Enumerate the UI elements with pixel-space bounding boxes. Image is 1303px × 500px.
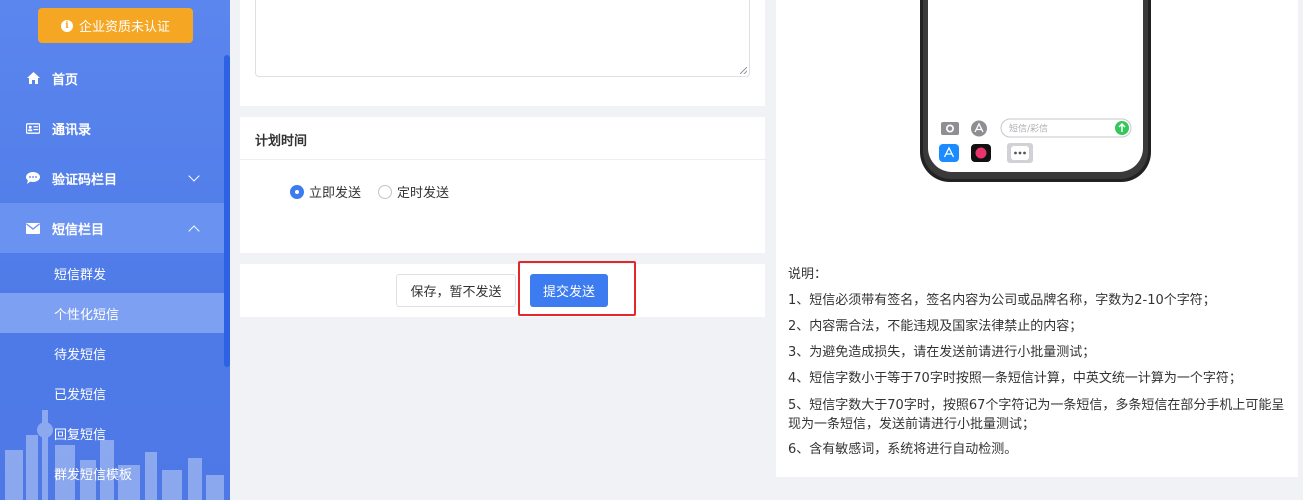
sub-item-bulk-sms[interactable]: 短信群发 (0, 253, 224, 293)
sub-item-sent-sms[interactable]: 已发短信 (0, 373, 224, 413)
radio-label: 立即发送 (309, 186, 362, 201)
info-icon: i (60, 19, 73, 32)
sub-item-reply-sms[interactable]: 回复短信 (0, 413, 224, 453)
chevron-down-icon (188, 170, 200, 182)
contacts-card-icon (26, 121, 40, 135)
nav-item-sms[interactable]: 短信栏目 (0, 203, 224, 253)
radio-send-scheduled[interactable]: 定时发送 (378, 182, 449, 201)
camera-icon (941, 122, 959, 135)
home-icon (26, 71, 40, 85)
instruction-item: 3、为避免造成损失，请在发送前请进行小批量测试； (788, 345, 1096, 360)
instructions-panel: 说明： 1、短信必须带有签名，签名内容为公司或品牌名称，字数为2-10个字符； … (788, 262, 1288, 463)
nav-item-contacts[interactable]: 通讯录 (0, 103, 224, 153)
resize-handle-icon[interactable] (740, 67, 747, 74)
sms-content-textarea[interactable] (255, 0, 750, 77)
nav-label: 首页 (52, 72, 79, 88)
instruction-item: 2、内容需合法，不能违规及国家法律禁止的内容； (788, 319, 1083, 334)
sidebar: i 企业资质未认证 首页 通讯录 验证码栏目 短信栏目 短信群发 个性化短信 待… (0, 0, 230, 500)
sub-item-pending-sms[interactable]: 待发短信 (0, 333, 224, 373)
nav-label: 通讯录 (52, 122, 92, 138)
certification-label: 企业资质未认证 (78, 20, 170, 35)
radio-checked-icon (290, 184, 304, 199)
radio-unchecked-icon (378, 184, 392, 199)
radio-label: 定时发送 (397, 186, 450, 201)
sidebar-scrollbar[interactable] (224, 55, 230, 367)
sub-item-personalized-sms[interactable]: 个性化短信 (0, 293, 224, 333)
save-draft-button[interactable]: 保存，暂不发送 (396, 274, 516, 307)
phone-input-placeholder: 短信/彩信 (1009, 123, 1048, 135)
chat-bubble-icon (26, 171, 40, 185)
phone-preview-image: 短信/彩信 (920, 0, 1151, 182)
schedule-section-title: 计划时间 (255, 134, 308, 149)
nav-label: 验证码栏目 (52, 172, 118, 188)
app-store-gray-icon (971, 120, 987, 137)
instruction-item: 6、含有敏感词，系统将进行自动检测。 (788, 442, 1018, 457)
certification-status-button[interactable]: i 企业资质未认证 (38, 8, 193, 43)
nav-label: 短信栏目 (52, 222, 105, 238)
nav-item-verification-code[interactable]: 验证码栏目 (0, 153, 224, 203)
nav-item-home[interactable]: 首页 (0, 53, 224, 103)
highlight-annotation-box (518, 261, 636, 316)
sub-item-bulk-template[interactable]: 群发短信模板 (0, 453, 224, 493)
instruction-item: 1、短信必须带有签名，签名内容为公司或品牌名称，字数为2-10个字符； (788, 293, 1216, 308)
envelope-icon (26, 221, 40, 235)
section-divider (240, 159, 765, 160)
radio-send-now[interactable]: 立即发送 (290, 182, 361, 201)
instructions-heading: 说明： (788, 267, 828, 282)
chevron-up-icon (188, 225, 200, 237)
instruction-item: 5、短信字数大于70字时，按照67个字符记为一条短信，多条短信在部分手机上可能呈… (788, 398, 1285, 432)
instruction-item: 4、短信字数小于等于70字时按照一条短信计算，中英文统一计算为一个字符； (788, 371, 1242, 386)
